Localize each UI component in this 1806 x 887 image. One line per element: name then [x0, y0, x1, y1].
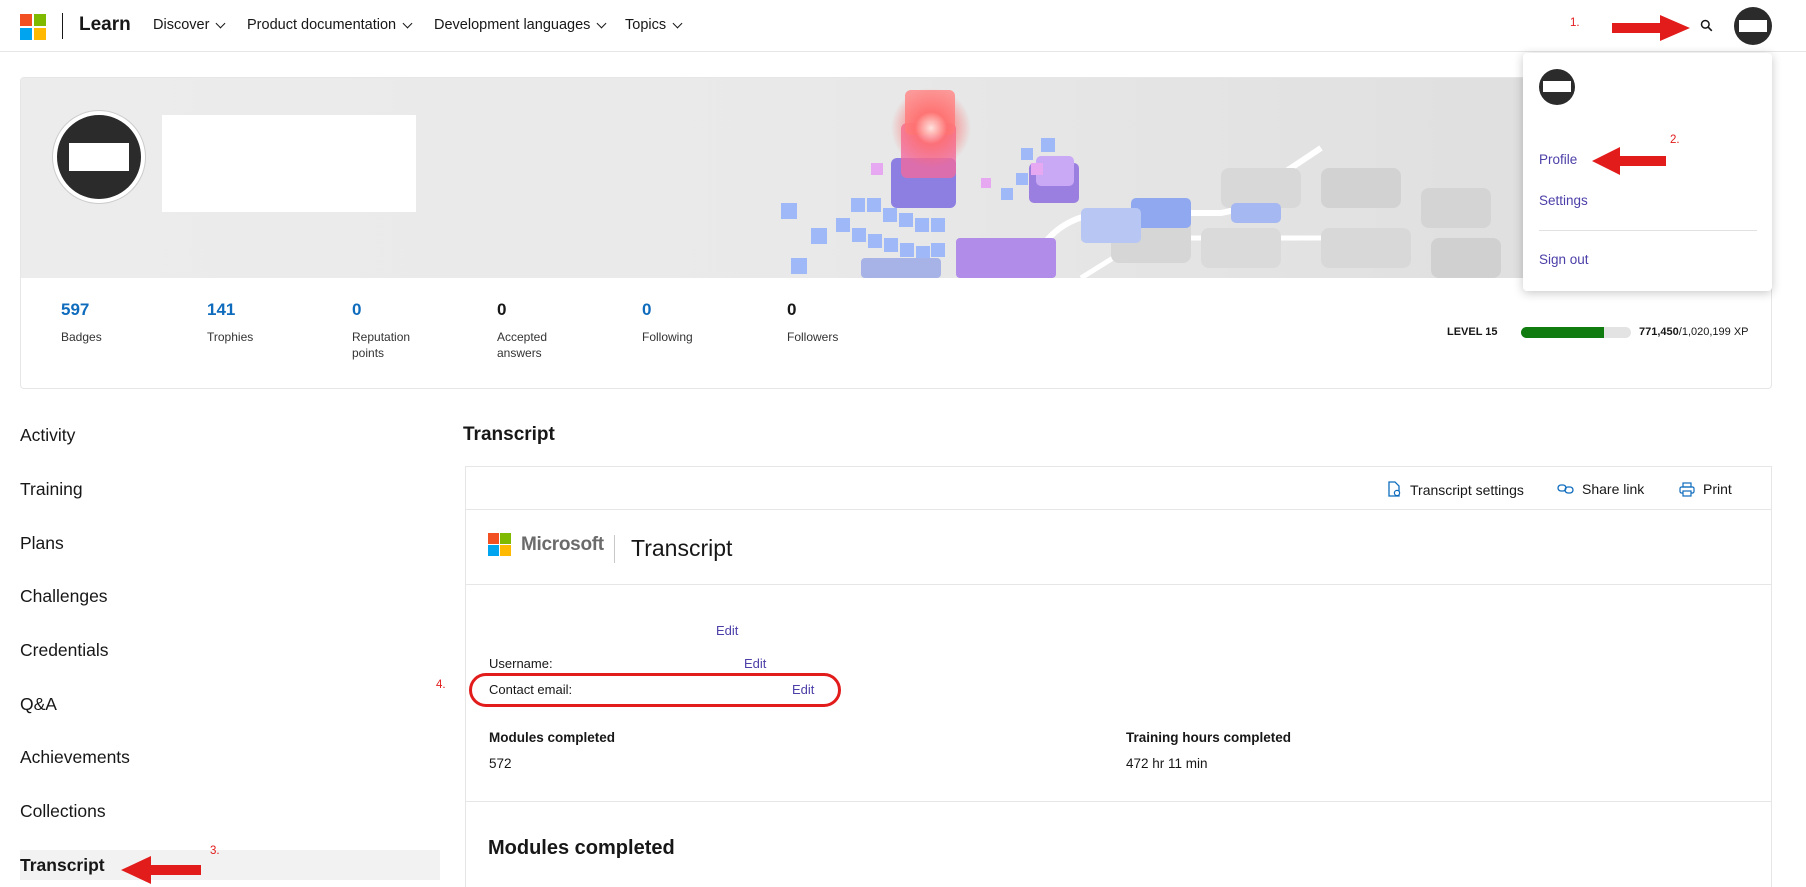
transcript-toolbar: Transcript settings Share link Print: [466, 467, 1771, 510]
stat-label: Reputation points: [352, 330, 411, 360]
sidenav-item-plans[interactable]: Plans: [20, 533, 64, 554]
microsoft-logo-icon: [488, 533, 511, 556]
stat-value: 0: [787, 300, 797, 319]
profile-card: 597 Badges 141 Trophies 0 Reputation poi…: [20, 77, 1772, 389]
sidenav-item-credentials[interactable]: Credentials: [20, 640, 109, 661]
stat-followers: 0 Followers: [787, 300, 907, 345]
stat-label: Badges: [61, 330, 102, 344]
xp-current: 771,450: [1639, 326, 1679, 338]
microsoft-logo-icon[interactable]: [20, 14, 46, 40]
stat-value: 0: [352, 300, 362, 319]
transcript-panel: Transcript settings Share link Print Mic…: [465, 466, 1772, 887]
modules-completed-value: 572: [489, 756, 512, 771]
print-button[interactable]: Print: [1679, 481, 1732, 497]
level-label: LEVEL 15: [1447, 326, 1498, 338]
sidenav-item-activity[interactable]: Activity: [20, 425, 75, 446]
page: Learn Discover Product documentation Dev…: [0, 0, 1806, 887]
stat-value: 0: [497, 300, 507, 319]
stat-following[interactable]: 0 Following: [642, 300, 762, 345]
share-link-button[interactable]: Share link: [1557, 481, 1644, 497]
toolbar-label: Share link: [1582, 481, 1645, 497]
stat-label: Trophies: [207, 330, 254, 344]
edit-username-link[interactable]: Edit: [744, 656, 766, 671]
annotation-highlight-oval: [469, 673, 841, 707]
modules-completed-heading: Modules completed: [488, 837, 675, 859]
stat-badges[interactable]: 597 Badges: [61, 300, 181, 345]
search-icon[interactable]: [1700, 19, 1713, 32]
xp-total: /1,020,199 XP: [1678, 326, 1749, 338]
edit-name-link[interactable]: Edit: [716, 623, 738, 638]
annotation-arrow-icon: [121, 856, 201, 884]
stat-trophies[interactable]: 141 Trophies: [207, 300, 327, 345]
microsoft-wordmark: Microsoft: [488, 533, 604, 556]
nav-label: Development languages: [434, 17, 591, 33]
chevron-down-icon: [402, 18, 413, 28]
section-divider: [466, 801, 1771, 802]
document-settings-icon: [1388, 481, 1401, 497]
sidenav-item-training[interactable]: Training: [20, 479, 83, 500]
training-hours-label: Training hours completed: [1126, 730, 1292, 745]
brand-learn-link[interactable]: Learn: [79, 14, 131, 36]
xp-text: 771,450/1,020,199 XP: [1639, 326, 1749, 338]
stats-row: 597 Badges 141 Trophies 0 Reputation poi…: [21, 288, 1021, 378]
annotation-number: 4.: [436, 679, 446, 691]
microsoft-wordmark-text: Microsoft: [521, 533, 604, 555]
annotation-arrow-icon: [1612, 15, 1690, 41]
nav-label: Discover: [153, 17, 210, 33]
stat-label: Accepted answers: [497, 330, 548, 360]
profile-name-redacted: [162, 115, 416, 212]
annotation-arrow-icon: [1592, 147, 1666, 175]
profile-banner: [21, 78, 1771, 278]
menu-item-sign-out[interactable]: Sign out: [1539, 252, 1589, 267]
link-icon: [1557, 484, 1574, 494]
xp-progress-bar: [1521, 327, 1631, 338]
nav-development-languages[interactable]: Development languages: [434, 17, 607, 33]
transcript-settings-button[interactable]: Transcript settings: [1386, 481, 1524, 498]
stat-value: 597: [61, 300, 90, 319]
chevron-down-icon: [215, 18, 226, 28]
sidenav-item-transcript[interactable]: Transcript: [20, 855, 105, 876]
xp-progress-fill: [1521, 327, 1605, 338]
stat-value: 141: [207, 300, 236, 319]
page-title: Transcript: [463, 424, 555, 445]
section-divider: [466, 584, 1771, 585]
top-header: Learn Discover Product documentation Dev…: [0, 0, 1806, 52]
toolbar-label: Transcript settings: [1410, 481, 1524, 498]
user-avatar-button[interactable]: [1734, 7, 1772, 45]
sidenav-item-qa[interactable]: Q&A: [20, 694, 57, 715]
profile-avatar: [53, 111, 145, 203]
sidenav-item-challenges[interactable]: Challenges: [20, 586, 108, 607]
stat-accepted-answers: 0 Accepted answers: [497, 300, 567, 361]
annotation-number: 3.: [210, 845, 220, 857]
menu-item-profile[interactable]: Profile: [1539, 152, 1577, 167]
username-label: Username:: [489, 656, 553, 671]
wordmark-divider: [614, 535, 615, 563]
printer-icon: [1679, 481, 1695, 497]
dropdown-avatar: [1539, 69, 1575, 105]
stat-label: Following: [642, 330, 693, 344]
nav-label: Topics: [625, 17, 667, 33]
nav-topics[interactable]: Topics: [625, 17, 683, 33]
sidenav-item-achievements[interactable]: Achievements: [20, 747, 130, 768]
nav-label: Product documentation: [247, 17, 397, 33]
nav-product-documentation[interactable]: Product documentation: [247, 17, 413, 33]
stat-value: 0: [642, 300, 652, 319]
stat-reputation-points[interactable]: 0 Reputation points: [352, 300, 422, 361]
chevron-down-icon: [596, 18, 607, 28]
annotation-number: 2.: [1670, 134, 1680, 146]
stat-label: Followers: [787, 330, 839, 344]
chevron-down-icon: [672, 18, 683, 28]
menu-item-settings[interactable]: Settings: [1539, 193, 1588, 208]
annotation-number: 1.: [1570, 17, 1580, 29]
menu-divider: [1539, 230, 1757, 231]
nav-discover[interactable]: Discover: [153, 17, 226, 33]
toolbar-label: Print: [1703, 481, 1732, 497]
modules-completed-label: Modules completed: [489, 730, 616, 745]
header-divider: [62, 13, 63, 39]
training-hours-value: 472 hr 11 min: [1126, 756, 1208, 771]
transcript-heading: Transcript: [631, 535, 733, 561]
sidenav-item-collections[interactable]: Collections: [20, 801, 106, 822]
